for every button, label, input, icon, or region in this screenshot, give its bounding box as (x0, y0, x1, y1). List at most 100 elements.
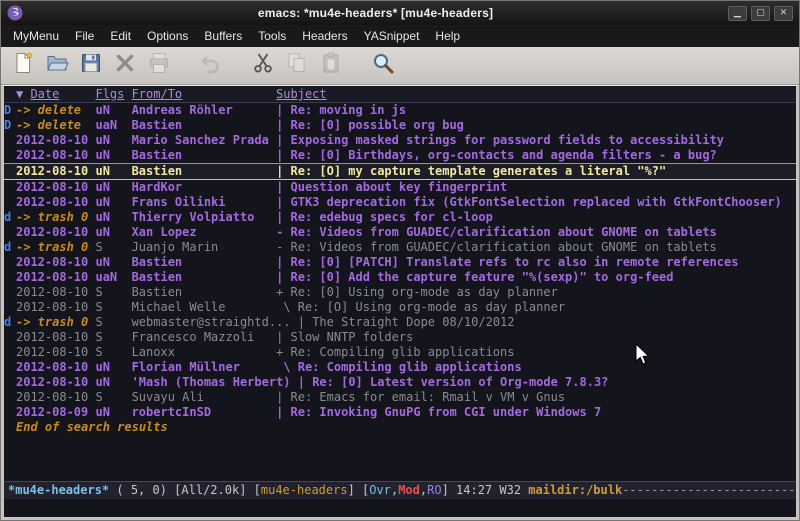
end-of-results: End of search results (4, 420, 796, 435)
row-flags: S (95, 345, 131, 360)
message-row[interactable]: d-> trash 0SJuanjo Marin- Re: Videos fro… (4, 240, 796, 255)
column-header-subject[interactable]: Subject (269, 87, 327, 101)
row-from: Bastien (132, 255, 269, 270)
header-line: ▼ DateFlgsFrom/ToSubject (4, 87, 796, 103)
row-flags: uN (95, 225, 131, 240)
message-row[interactable]: 2012-08-10uNMario Sanchez Prada| Exposin… (4, 133, 796, 148)
save-button[interactable] (74, 50, 108, 82)
open-folder-icon (45, 51, 69, 80)
message-row[interactable]: 2012-08-10SBastien+ Re: [0] Using org-mo… (4, 285, 796, 300)
titlebar[interactable]: emacs: *mu4e-headers* [mu4e-headers] ▁ ▢… (1, 1, 799, 25)
column-header-flags[interactable]: Flgs (95, 87, 131, 102)
row-from: Juanjo Marin (132, 240, 269, 255)
modeline[interactable]: *mu4e-headers* ( 5, 0) [All/2.0k] [mu4e-… (4, 481, 796, 499)
row-from: Xan Lopez (132, 225, 269, 240)
row-subject: + Re: Compiling glib applications (269, 345, 515, 359)
message-row[interactable]: 2012-08-10uNBastien| Re: [O] my capture … (4, 163, 796, 180)
close-buffer-icon (113, 51, 137, 80)
row-flags: uN (95, 103, 131, 118)
menu-options[interactable]: Options (139, 26, 196, 46)
row-from: Mario Sanchez Prada (132, 133, 269, 148)
minimize-button[interactable]: ▁ (728, 6, 747, 21)
copy-icon (285, 51, 309, 80)
message-row[interactable]: 2012-08-10uNHardKor| Question about key … (4, 180, 796, 195)
row-mark: d (4, 210, 16, 225)
row-date: -> delete (16, 118, 95, 133)
menu-help[interactable]: Help (427, 26, 468, 46)
emacs-window: emacs: *mu4e-headers* [mu4e-headers] ▁ ▢… (0, 0, 800, 521)
message-row[interactable]: D-> deleteuNAndreas Röhler| Re: moving i… (4, 103, 796, 118)
message-row[interactable]: 2012-08-10uNXan Lopez- Re: Videos from G… (4, 225, 796, 240)
row-flags: uN (95, 180, 131, 195)
menu-mymenu[interactable]: MyMenu (5, 26, 67, 46)
message-row[interactable]: 2012-08-10uNBastien| Re: [0] [PATCH] Tra… (4, 255, 796, 270)
menu-edit[interactable]: Edit (102, 26, 139, 46)
row-date: 2012-08-10 (16, 300, 95, 315)
row-subject: | Re: [O] my capture template generates … (269, 164, 666, 178)
row-date: 2012-08-10 (16, 330, 95, 345)
column-header-from[interactable]: From/To (132, 87, 269, 102)
new-file-button[interactable] (6, 50, 40, 82)
modeline-segment-ro: RO (427, 483, 441, 497)
undo-icon (199, 51, 223, 80)
row-date: 2012-08-10 (16, 360, 95, 375)
column-header-date[interactable]: Date (30, 87, 59, 101)
menubar: MyMenuFileEditOptionsBuffersToolsHeaders… (1, 25, 799, 47)
modeline-segment-plain: ( 5, 0) [All/2.0k] [ (109, 483, 261, 497)
row-flags: S (95, 300, 131, 315)
row-date: -> trash 0 (16, 210, 95, 225)
message-row[interactable]: 2012-08-09uNrobertcInSD| Re: Invoking Gn… (4, 405, 796, 420)
row-flags: S (95, 390, 131, 405)
close-button[interactable]: ✕ (774, 6, 793, 21)
row-subject: | Re: [0] [PATCH] Translate refs to rc a… (269, 255, 739, 269)
row-flags: S (95, 330, 131, 345)
window-title: emacs: *mu4e-headers* [mu4e-headers] (29, 6, 722, 20)
buffer-area[interactable]: ▼ DateFlgsFrom/ToSubject D-> deleteuNAnd… (4, 86, 796, 481)
row-date: 2012-08-10 (16, 195, 95, 210)
message-row[interactable]: 2012-08-10SMichael Welle \ Re: [O] Using… (4, 300, 796, 315)
modeline-segment-mod: Mod (398, 483, 420, 497)
menu-headers[interactable]: Headers (294, 26, 355, 46)
menu-buffers[interactable]: Buffers (196, 26, 250, 46)
row-date: 2012-08-10 (16, 225, 95, 240)
row-flags: uN (95, 255, 131, 270)
row-flags: uN (95, 210, 131, 225)
search-button[interactable] (366, 50, 400, 82)
row-date: -> trash 0 (16, 240, 95, 255)
row-date: 2012-08-10 (16, 375, 95, 390)
row-flags: uaN (95, 270, 131, 285)
toolbar (1, 47, 799, 85)
message-row[interactable]: 2012-08-10uNBastien| Re: [0] Birthdays, … (4, 148, 796, 163)
echo-area[interactable] (4, 499, 796, 517)
message-list: D-> deleteuNAndreas Röhler| Re: moving i… (4, 103, 796, 420)
row-flags: uaN (95, 118, 131, 133)
message-row[interactable]: d-> trash 0Swebmaster@straightd...| The … (4, 315, 796, 330)
message-row[interactable]: 2012-08-10uN'Mash (Thomas Herbert)| Re: … (4, 375, 796, 390)
row-subject: | The Straight Dope 08/10/2012 (291, 315, 515, 329)
cut-button[interactable] (246, 50, 280, 82)
message-row[interactable]: d-> trash 0uNThierry Volpiatto| Re: edeb… (4, 210, 796, 225)
message-row[interactable]: D-> deleteuaNBastien| Re: [0] possible o… (4, 118, 796, 133)
maximize-button[interactable]: ▢ (751, 6, 770, 21)
row-from: Thierry Volpiatto (132, 210, 269, 225)
message-row[interactable]: 2012-08-10uNFlorian Müllner \ Re: Compil… (4, 360, 796, 375)
row-flags: uN (95, 164, 131, 179)
row-date: 2012-08-10 (16, 164, 95, 179)
message-row[interactable]: 2012-08-10uaNBastien| Re: [0] Add the ca… (4, 270, 796, 285)
open-folder-button[interactable] (40, 50, 74, 82)
message-row[interactable]: 2012-08-10SSuvayu Ali| Re: Emacs for ema… (4, 390, 796, 405)
undo-button (194, 50, 228, 82)
menu-file[interactable]: File (67, 26, 102, 46)
row-date: 2012-08-10 (16, 345, 95, 360)
menu-yasnippet[interactable]: YASnippet (356, 26, 428, 46)
message-row[interactable]: 2012-08-10SFrancesco Mazzoli| Slow NNTP … (4, 330, 796, 345)
row-from: 'Mash (Thomas Herbert) (132, 375, 291, 390)
row-flags: uN (95, 405, 131, 420)
row-date: 2012-08-09 (16, 405, 95, 420)
message-row[interactable]: 2012-08-10SLanoxx+ Re: Compiling glib ap… (4, 345, 796, 360)
message-row[interactable]: 2012-08-10uNFrans Oilinki| GTK3 deprecat… (4, 195, 796, 210)
row-from: Bastien (132, 148, 269, 163)
row-mark: D (4, 103, 16, 118)
menu-tools[interactable]: Tools (250, 26, 294, 46)
close-buffer-button[interactable] (108, 50, 142, 82)
